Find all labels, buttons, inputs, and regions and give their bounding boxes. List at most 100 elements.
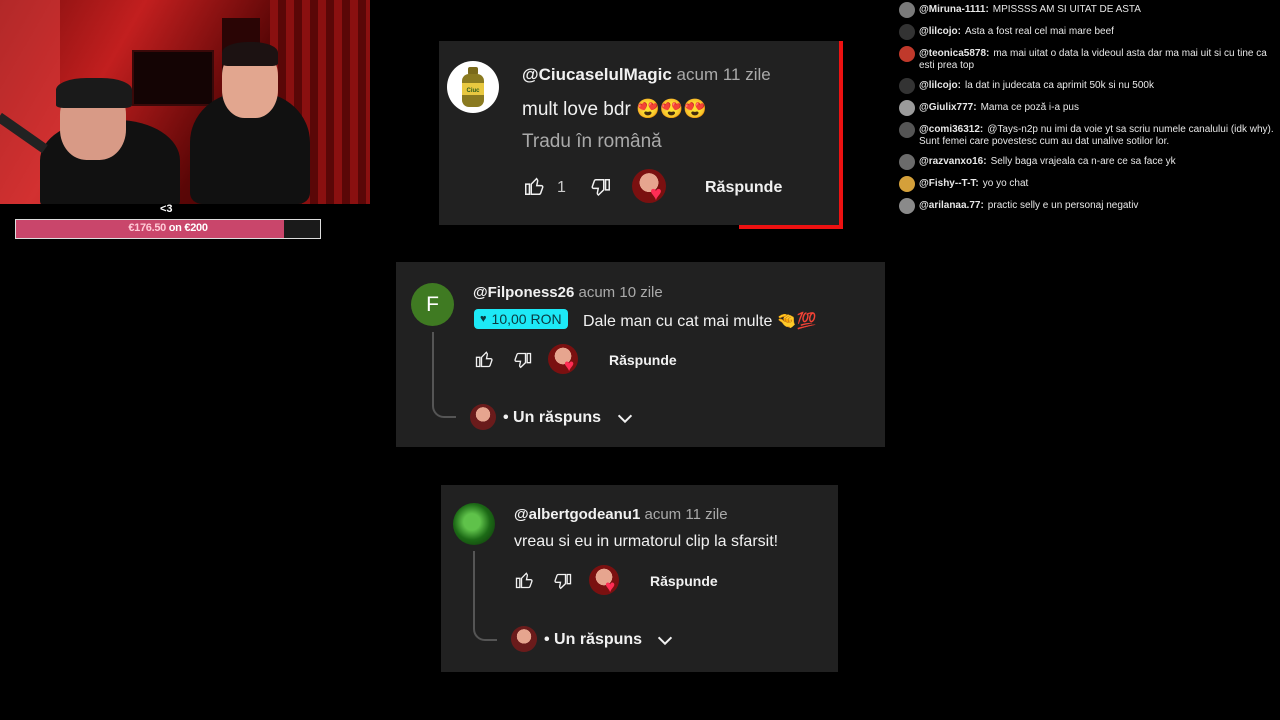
donation-goal-bar: €176.50 on €200 <box>15 219 321 239</box>
chat-avatar <box>899 24 915 40</box>
chat-message: @razvanxo16: Selly baga vrajeala ca n-are… <box>899 154 1279 170</box>
webcam-monitor <box>132 50 214 106</box>
comment-author[interactable]: @CiucaselulMagic <box>522 65 672 84</box>
accent-border <box>739 225 843 229</box>
thumbs-down-icon <box>514 352 532 369</box>
chat-avatar <box>899 78 915 94</box>
comment-author[interactable]: @Filponess26 <box>473 284 574 301</box>
comment-time: acum 10 zile <box>578 284 663 301</box>
chat-avatar <box>899 176 915 192</box>
view-replies-button[interactable]: • Un răspuns <box>503 409 601 427</box>
chat-message-text: Selly baga vrajeala ca n-are ce sa face … <box>990 156 1176 167</box>
chat-username[interactable]: @lilcojo: <box>919 26 961 37</box>
thread-line <box>473 551 497 641</box>
comment-card: Ciuc @CiucaselulMagic acum 11 zile mult … <box>439 41 843 229</box>
thumbs-up-icon <box>525 177 544 195</box>
expand-replies-button[interactable] <box>614 408 636 435</box>
donation-amount: 10,00 RON <box>491 311 562 327</box>
chat-message: @lilcojo: la dat in judecata ca aprimit 5… <box>899 78 1279 94</box>
creator-heart-badge: ♥ <box>589 565 625 599</box>
chevron-down-icon <box>617 414 633 424</box>
chat-message: @arilanaa.77: practic selly e un personaj… <box>899 198 1279 214</box>
streamer-cap <box>56 78 132 108</box>
chat-message-text: practic selly e un personaj negativ <box>987 200 1139 211</box>
chat-username[interactable]: @Fishy--T-T: <box>919 178 979 189</box>
like-button[interactable] <box>474 349 494 374</box>
chat-message-text: la dat in judecata ca aprimit 50k si nu … <box>964 80 1154 91</box>
like-button[interactable] <box>523 175 545 202</box>
translate-link[interactable]: Tradu în română <box>522 131 662 153</box>
webcam-feed <box>0 0 370 204</box>
heart-text: <3 <box>160 203 173 215</box>
author-avatar[interactable]: Ciuc <box>447 61 499 113</box>
chat-message: @teonica5878: ma mai uitat o data la vide… <box>899 46 1279 72</box>
reply-author-avatar <box>470 404 496 430</box>
author-avatar[interactable]: F <box>411 283 454 326</box>
expand-replies-button[interactable] <box>654 630 676 657</box>
comment-time: acum 11 zile <box>644 506 728 523</box>
dislike-button[interactable] <box>513 351 533 376</box>
donation-goal-label: €176.50 on €200 <box>16 222 320 234</box>
guest-hair <box>222 42 278 66</box>
dislike-button[interactable] <box>590 177 612 204</box>
reply-button[interactable]: Răspunde <box>650 573 718 589</box>
creator-heart-badge: ♥ <box>548 344 584 378</box>
reply-author-avatar <box>511 626 537 652</box>
chat-username[interactable]: @razvanxo16: <box>919 156 987 167</box>
chat-username[interactable]: @comi36312: <box>919 124 983 135</box>
thumbs-down-icon <box>591 179 610 196</box>
chat-username[interactable]: @teonica5878: <box>919 48 989 59</box>
super-thanks-badge: ♥ 10,00 RON <box>474 309 568 329</box>
author-avatar[interactable] <box>453 503 495 545</box>
heart-icon: ♥ <box>650 183 662 205</box>
chat-message: @comi36312: @Tays-n2p nu imi da voie yt s… <box>899 122 1279 148</box>
chat-message: @lilcojo: Asta a fost real cel mai mare b… <box>899 24 1279 40</box>
comment-time: acum 11 zile <box>676 65 771 84</box>
chevron-down-icon <box>657 636 673 646</box>
reply-button[interactable]: Răspunde <box>609 352 677 368</box>
chat-avatar <box>899 198 915 214</box>
goal-target: €200 <box>184 222 208 234</box>
creator-heart-badge: ♥ <box>632 169 672 207</box>
comment-text: mult love bdr 😍😍😍 <box>522 99 708 120</box>
chat-message-text: MPISSSS AM SI UITAT DE ASTA <box>992 4 1141 15</box>
accent-border <box>839 41 843 229</box>
chat-message: @Miruna-1111: MPISSSS AM SI UITAT DE ASTA <box>899 2 1279 18</box>
comment-author[interactable]: @albertgodeanu1 <box>514 506 640 523</box>
live-chat: @Miruna-1111: MPISSSS AM SI UITAT DE ASTA… <box>899 2 1279 222</box>
heart-icon: ♥ <box>564 356 575 375</box>
thread-line <box>432 332 456 418</box>
goal-current: €176.50 <box>128 222 166 234</box>
reply-button[interactable]: Răspunde <box>705 179 782 197</box>
dislike-button[interactable] <box>553 572 573 597</box>
comment-text: vreau si eu in urmatorul clip la sfarsit… <box>514 533 779 550</box>
chat-message: @Fishy--T-T: yo yo chat <box>899 176 1279 192</box>
donation-icon: ♥ <box>480 313 487 325</box>
chat-message-text: yo yo chat <box>982 178 1029 189</box>
chat-avatar <box>899 46 915 62</box>
heart-icon: ♥ <box>605 577 616 596</box>
like-count: 1 <box>557 179 566 196</box>
svg-text:Ciuc: Ciuc <box>466 88 480 94</box>
chat-avatar <box>899 2 915 18</box>
chat-username[interactable]: @Giulix777: <box>919 102 977 113</box>
thumbs-up-icon <box>475 351 493 368</box>
view-replies-button[interactable]: • Un răspuns <box>544 631 642 649</box>
chat-avatar <box>899 154 915 170</box>
comment-text: Dale man cu cat mai multe 🤏💯 <box>583 313 817 330</box>
chat-username[interactable]: @arilanaa.77: <box>919 200 984 211</box>
chat-username[interactable]: @Miruna-1111: <box>919 4 989 15</box>
comment-card: F @Filponess26 acum 10 zile ♥ 10,00 RON … <box>396 262 885 447</box>
bottle-icon: Ciuc <box>462 67 484 107</box>
chat-message-text: Asta a fost real cel mai mare beef <box>964 26 1114 37</box>
chat-avatar <box>899 122 915 138</box>
goal-connector: on <box>168 222 182 234</box>
chat-message: @Giulix777: Mama ce poză i-a pus <box>899 100 1279 116</box>
comment-card: @albertgodeanu1 acum 11 zile vreau si eu… <box>441 485 838 672</box>
thumbs-down-icon <box>554 573 572 590</box>
chat-avatar <box>899 100 915 116</box>
like-button[interactable] <box>514 570 534 595</box>
chat-username[interactable]: @lilcojo: <box>919 80 961 91</box>
chat-message-text: Mama ce poză i-a pus <box>980 102 1079 113</box>
thumbs-up-icon <box>515 572 533 589</box>
